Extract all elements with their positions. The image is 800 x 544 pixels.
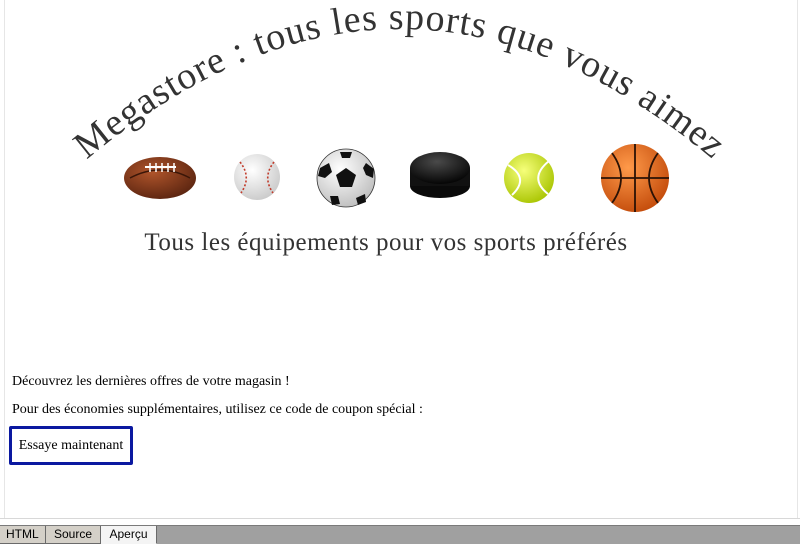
bottom-divider — [0, 518, 800, 519]
soccer-ball-icon — [316, 148, 376, 208]
tennis-ball-icon — [504, 153, 554, 203]
coupon-text: Pour des économies supplémentaires, util… — [12, 402, 423, 417]
american-football-icon — [124, 157, 196, 199]
tagline: Tous les équipements pour vos sports pré… — [144, 229, 627, 256]
tab-source[interactable]: Source — [46, 526, 101, 544]
offer-text: Découvrez les dernières offres de votre … — [12, 374, 290, 389]
hockey-puck-icon — [410, 152, 470, 198]
preview-pane: Megastore : tous les sports que vous aim… — [0, 0, 800, 520]
view-tab-bar: HTML Source Aperçu — [0, 525, 800, 544]
arc-title: Megastore : tous les sports que vous aim… — [66, 0, 734, 167]
baseball-icon — [234, 154, 280, 200]
tab-apercu[interactable]: Aperçu — [101, 526, 157, 544]
banner: Megastore : tous les sports que vous aim… — [66, 0, 734, 256]
basketball-icon — [601, 144, 669, 212]
try-now-button[interactable]: Essaye maintenant — [9, 426, 133, 465]
arc-title-text: Megastore : tous les sports que vous aim… — [66, 0, 733, 167]
tab-html[interactable]: HTML — [0, 526, 46, 544]
